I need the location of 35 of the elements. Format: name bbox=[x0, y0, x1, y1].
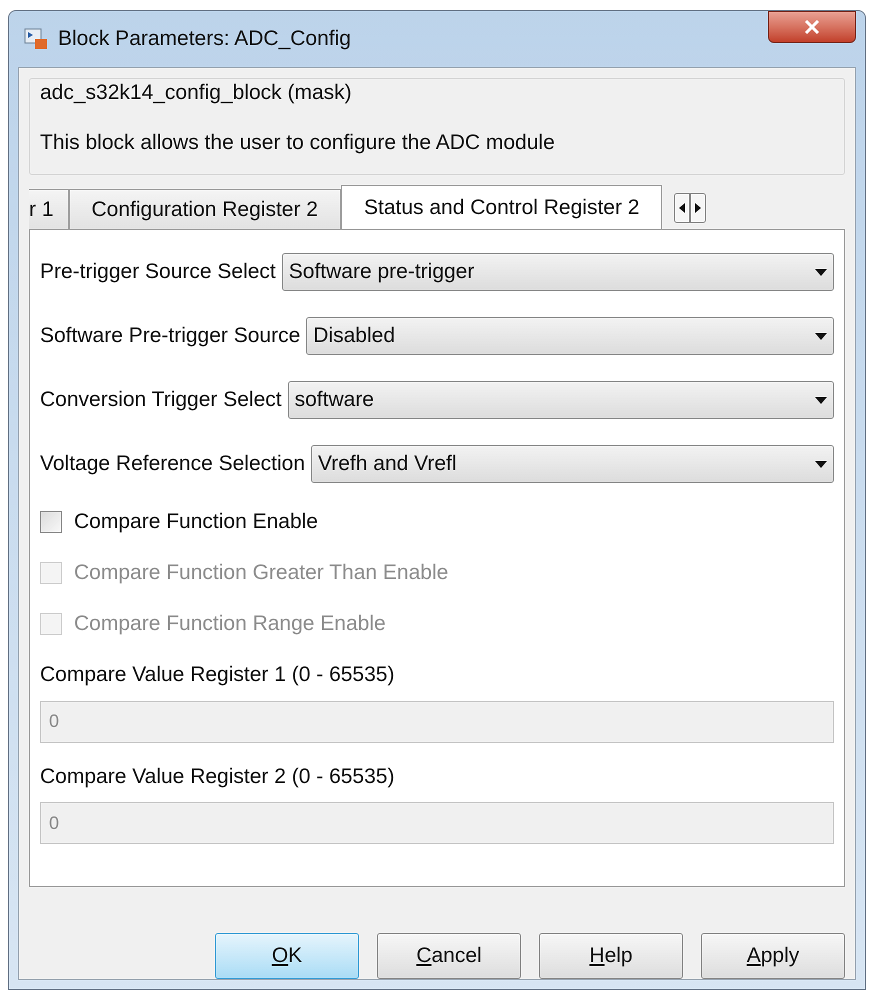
dialog-button[interactable]: Cancel bbox=[377, 933, 521, 979]
checkbox-label: Compare Function Greater Than Enable bbox=[74, 560, 448, 586]
left-arrow-icon bbox=[679, 203, 686, 213]
checkbox[interactable] bbox=[40, 510, 62, 532]
dialog-button[interactable]: OK bbox=[215, 933, 359, 979]
tab[interactable]: r 1 bbox=[29, 189, 69, 229]
dropdown[interactable]: Software pre-trigger bbox=[282, 253, 834, 291]
field-label: Voltage Reference Selection bbox=[40, 451, 306, 478]
checkbox-label: Compare Function Range Enable bbox=[74, 610, 386, 637]
caret-icon bbox=[815, 268, 827, 276]
checkbox-label: Compare Function Enable bbox=[74, 508, 318, 535]
scroll-left-button[interactable] bbox=[674, 193, 690, 223]
right-arrow-icon bbox=[695, 203, 702, 213]
caret-icon bbox=[815, 460, 827, 468]
app-icon bbox=[24, 27, 48, 51]
close-icon bbox=[804, 20, 820, 34]
field-label: Compare Value Register 1 (0 - 65535) bbox=[40, 662, 396, 688]
field-label: Conversion Trigger Select bbox=[40, 387, 282, 414]
caret-icon bbox=[815, 396, 827, 404]
dialog-button[interactable]: Apply bbox=[701, 933, 845, 979]
dropdown[interactable]: software bbox=[288, 381, 834, 419]
dialog-button[interactable]: Help bbox=[539, 933, 683, 979]
field-label: Pre-trigger Source Select bbox=[40, 259, 276, 286]
dropdown[interactable]: Disabled bbox=[306, 317, 834, 355]
scroll-right-button[interactable] bbox=[690, 193, 706, 223]
field-label: Software Pre-trigger Source bbox=[40, 323, 300, 350]
group-title: adc_s32k14_config_block (mask) bbox=[40, 80, 353, 106]
tab[interactable]: Configuration Register 2 bbox=[68, 189, 341, 229]
dropdown[interactable]: Vrefh and Vrefl bbox=[311, 445, 834, 483]
description-text: This block allows the user to configure the ADC module bbox=[40, 130, 556, 156]
caret-icon bbox=[815, 332, 827, 340]
field-label: Compare Value Register 2 (0 - 65535) bbox=[40, 764, 396, 790]
tab[interactable]: Status and Control Register 2 bbox=[340, 185, 662, 229]
window-title: Block Parameters: ADC_Config bbox=[58, 26, 351, 52]
close-button[interactable] bbox=[768, 11, 856, 43]
